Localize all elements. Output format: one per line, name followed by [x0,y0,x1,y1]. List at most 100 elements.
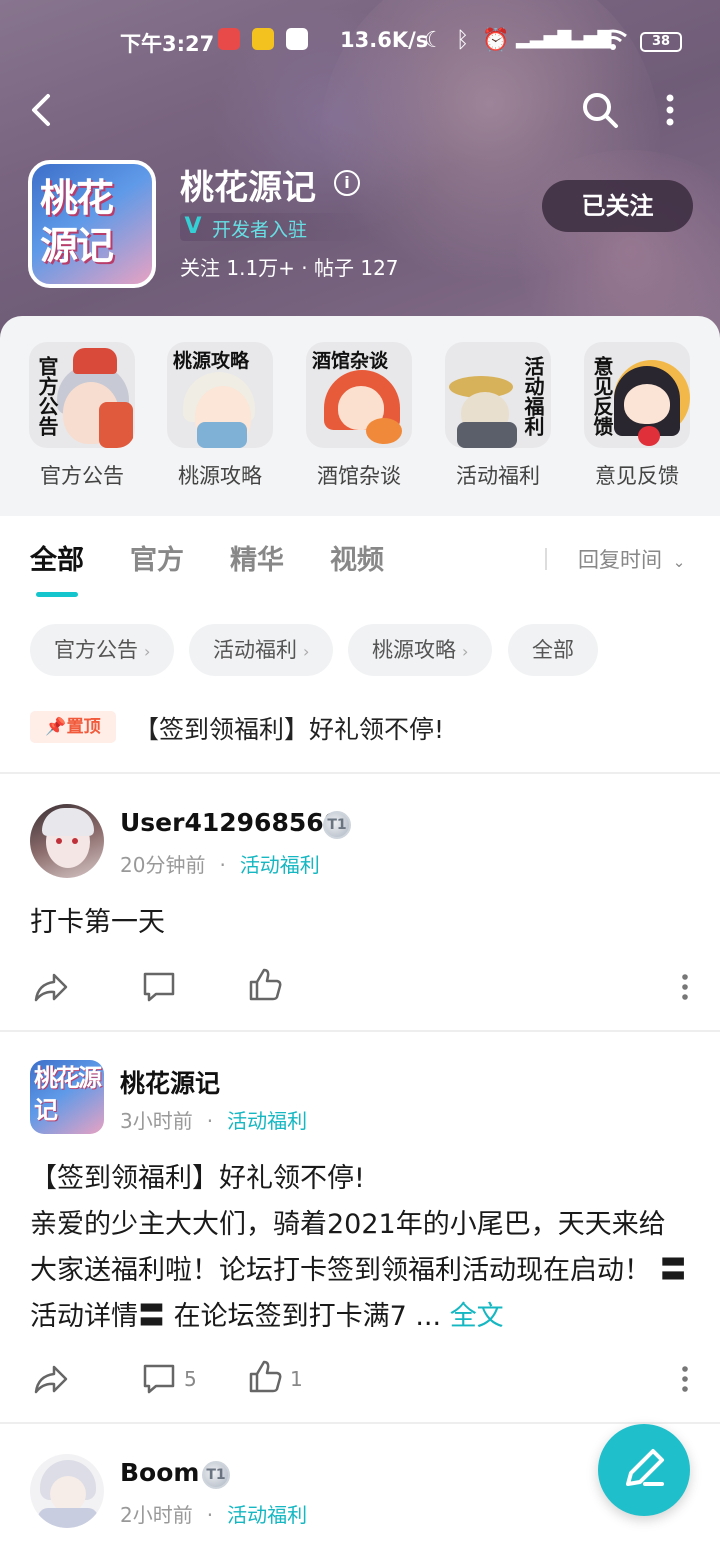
edit-pen-icon [626,1449,664,1486]
share-icon [34,973,68,1002]
avatar-logo-text: 桃花源记 [34,1063,102,1124]
game-title: 桃花源记 [180,168,316,208]
post-content[interactable]: 打卡第一天 [30,900,690,946]
comment-count: 5 [184,1367,197,1391]
more-menu-button[interactable] [655,90,685,130]
bluetooth-icon: ᛒ [456,28,470,53]
post-meta: 3小时前 · 活动福利 [120,1109,308,1133]
category-panel: 官方公告 官方公告 桃源攻略 桃源攻略 酒馆杂谈 酒馆杂谈 活动福利 活动福利 [0,316,720,516]
battery-indicator: 38 [640,32,682,52]
info-icon[interactable]: i [334,170,360,196]
comment-button[interactable] [140,968,180,1008]
developer-badge: V 开发者入驻 [180,213,370,241]
compose-post-button[interactable] [598,1424,690,1516]
share-button[interactable] [32,1360,72,1400]
notification-icon [218,28,240,50]
sort-label: 回复时间 [578,548,662,572]
chevron-right-icon: › [462,642,469,661]
post-tag[interactable]: 活动福利 [240,853,320,877]
post-username[interactable]: User412968560 [120,808,341,837]
game-icon-logo: 桃花源记 [40,175,114,268]
avatar[interactable] [30,1454,104,1528]
level-badge: T1 [323,811,351,839]
back-button[interactable] [24,90,64,130]
tab-all[interactable]: 全部 [30,538,84,577]
category-events-rewards[interactable]: 活动福利 活动福利 [445,342,551,490]
search-button[interactable] [580,90,620,130]
avatar[interactable] [30,804,104,878]
category-label: 酒馆杂谈 [317,464,401,488]
post-time: 3小时前 [120,1109,193,1133]
like-button[interactable] [246,966,286,1006]
category-image: 官方公告 [29,342,135,448]
category-image: 意见反馈 [584,342,690,448]
tab-video[interactable]: 视频 [330,538,384,577]
category-art-text: 桃源攻略 [173,350,250,372]
comment-button[interactable] [140,1360,180,1400]
category-official-announcement[interactable]: 官方公告 官方公告 [29,342,135,490]
tab-featured[interactable]: 精华 [230,538,284,577]
developer-badge-label: 开发者入驻 [212,219,308,241]
comment-icon [143,972,175,1002]
post-time: 20分钟前 [120,853,206,877]
game-icon[interactable]: 桃花源记 [28,160,156,288]
network-speed: 13.6K/s [340,28,429,52]
category-image: 酒馆杂谈 [306,342,412,448]
category-tavern-chat[interactable]: 酒馆杂谈 酒馆杂谈 [306,342,412,490]
more-vertical-icon [682,1366,688,1392]
divider [0,1030,720,1032]
sort-dropdown[interactable]: 回复时间 ⌄ [578,544,685,574]
pinned-post-title[interactable]: 【签到领福利】好礼领不停! [134,710,444,746]
category-art-text: 酒馆杂谈 [312,350,389,372]
post-meta: 2小时前 · 活动福利 [120,1503,308,1527]
category-guides[interactable]: 桃源攻略 桃源攻略 [167,342,273,490]
post-time: 2小时前 [120,1503,193,1527]
chip-label: 全部 [532,638,574,662]
like-button[interactable] [246,1358,286,1398]
chip-label: 活动福利 [213,638,297,662]
filter-chip-events[interactable]: 活动福利 › [189,624,334,676]
read-more-link[interactable]: 全文 [450,1301,504,1332]
category-label: 意见反馈 [595,464,679,488]
chip-label: 官方公告 [54,638,138,662]
category-image: 活动福利 [445,342,551,448]
search-icon [583,93,618,128]
divider [0,772,720,774]
post-meta: 20分钟前 · 活动福利 [120,853,320,877]
level-badge: T1 [202,1461,230,1489]
category-label: 官方公告 [40,464,124,488]
filter-chip-all[interactable]: 全部 [508,624,598,676]
post-tabs: 全部 官方 精华 视频 回复时间 ⌄ [0,516,720,606]
filter-chip-guides[interactable]: 桃源攻略 › [348,624,493,676]
post-more-button[interactable] [670,1362,700,1402]
category-label: 活动福利 [456,464,540,488]
chevron-right-icon: › [303,642,310,661]
post-content[interactable]: 【签到领福利】好礼领不停! 亲爱的少主大大们，骑着2021年的小尾巴，天天来给大… [30,1156,690,1340]
filter-chip-official[interactable]: 官方公告 › [30,624,175,676]
post-tag[interactable]: 活动福利 [227,1109,307,1133]
verified-icon: V [184,214,202,239]
avatar[interactable]: 桃花源记 [30,1060,104,1134]
notification-icon [252,28,274,50]
post-username[interactable]: 桃花源记 [120,1064,220,1100]
post-tag[interactable]: 活动福利 [227,1503,307,1527]
more-vertical-icon [666,94,674,126]
status-bar: 下午3:27 13.6K/s ☾ ᛒ ⏰ ▂▃▅▇ ▂▃▅▇ 38 [0,22,720,62]
post-body: 【签到领福利】好礼领不停! 亲爱的少主大大们，骑着2021年的小尾巴，天天来给大… [30,1163,687,1332]
category-art-text: 意见反馈 [590,356,614,436]
post-username[interactable]: Boom [120,1458,199,1487]
thumbs-up-icon [249,1360,282,1393]
category-feedback[interactable]: 意见反馈 意见反馈 [584,342,690,490]
chevron-right-icon: › [144,642,151,661]
moon-icon: ☾ [424,28,444,53]
tab-official[interactable]: 官方 [130,538,184,577]
share-button[interactable] [32,968,72,1008]
pinned-badge: 📌置顶 [30,711,116,743]
thumbs-up-icon [249,968,282,1001]
alarm-icon: ⏰ [482,28,510,53]
follow-button[interactable]: 已关注 [542,180,693,232]
notification-icon [286,28,308,50]
post-more-button[interactable] [670,970,700,1010]
status-time: 下午3:27 [120,32,215,56]
category-art-text: 活动福利 [521,356,545,436]
